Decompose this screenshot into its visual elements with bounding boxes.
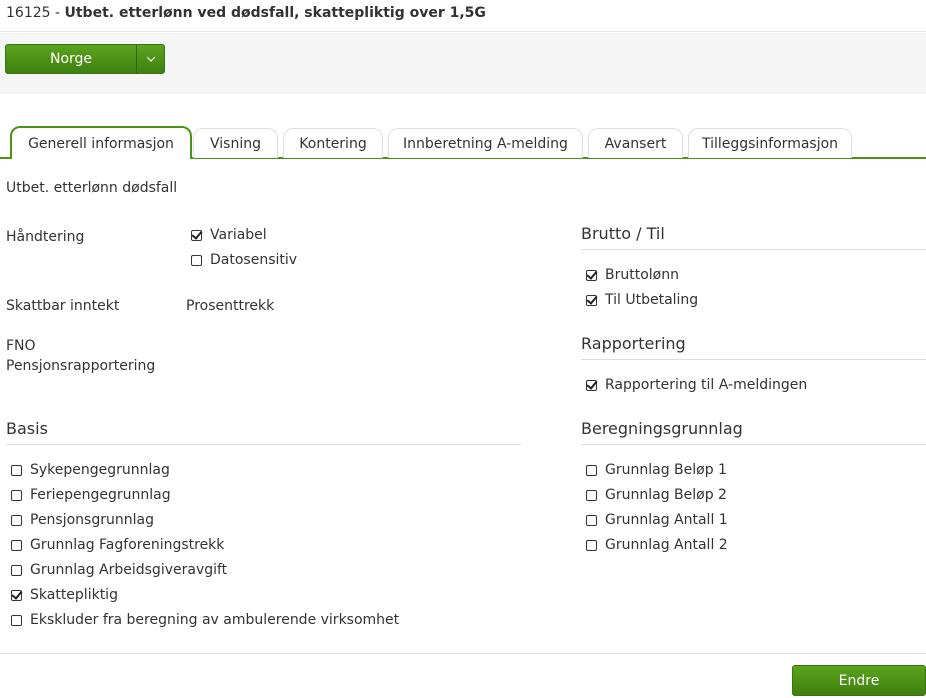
country-button[interactable]: Norge	[6, 45, 136, 73]
pension-reporting-label: Pensjonsrapportering	[6, 358, 156, 374]
checkbox-label: Grunnlag Beløp 2	[605, 487, 727, 503]
checkbox-basis-7[interactable]: Ekskluder fra beregning av ambulerende v…	[11, 612, 399, 628]
fno-label: FNO	[6, 338, 36, 354]
checkbox-calc-basis-2[interactable]: Grunnlag Beløp 2	[586, 487, 727, 503]
checkbox-reporting-1[interactable]: Rapportering til A-meldingen	[586, 377, 807, 393]
page-title: 16125 - Utbet. etterlønn ved dødsfall, s…	[0, 0, 926, 32]
checkbox-label: Bruttolønn	[605, 267, 679, 283]
tab-innberetning-a-melding[interactable]: Innberetning A-melding	[388, 128, 583, 158]
taxable-income-value: Prosenttrekk	[186, 298, 275, 314]
checkbox-icon[interactable]	[586, 514, 597, 526]
checkbox-basis-2[interactable]: Feriepengegrunnlag	[11, 487, 171, 503]
checkbox-basis-5[interactable]: Grunnlag Arbeidsgiveravgift	[11, 562, 227, 578]
checkbox-icon[interactable]	[586, 539, 597, 551]
basis-heading: Basis	[6, 419, 521, 445]
checkbox-icon[interactable]	[11, 464, 22, 476]
tab-tilleggsinformasjon[interactable]: Tilleggsinformasjon	[688, 128, 852, 158]
checkbox-label: Variabel	[210, 227, 267, 243]
checkbox-label: Rapportering til A-meldingen	[605, 377, 808, 393]
checkbox-label: Pensjonsgrunnlag	[30, 512, 154, 528]
checkbox-calc-basis-3[interactable]: Grunnlag Antall 1	[586, 512, 728, 528]
checkbox-gross-1[interactable]: Bruttolønn	[586, 267, 679, 283]
checkbox-label: Grunnlag Arbeidsgiveravgift	[30, 562, 228, 578]
checkbox-basis-6[interactable]: Skattepliktig	[11, 587, 118, 603]
article-title: Utbet. etterlønn ved dødsfall, skattepli…	[64, 5, 486, 21]
checkbox-label: Grunnlag Beløp 1	[605, 462, 727, 478]
checkbox-icon[interactable]	[191, 254, 202, 266]
country-dropdown-button[interactable]	[137, 45, 164, 73]
checkbox-label: Grunnlag Fagforeningstrekk	[30, 537, 225, 553]
description-text: Utbet. etterlønn dødsfall	[6, 180, 178, 196]
checkbox-icon[interactable]	[191, 229, 202, 241]
checkbox-basis-4[interactable]: Grunnlag Fagforeningstrekk	[11, 537, 224, 553]
checkbox-label: Sykepengegrunnlag	[30, 462, 170, 478]
checkbox-gross-2[interactable]: Til Utbetaling	[586, 292, 698, 308]
checkbox-icon[interactable]	[11, 589, 22, 601]
taxable-income-label: Skattbar inntekt	[6, 298, 120, 314]
tab-visning[interactable]: Visning	[193, 128, 278, 158]
tab-avansert[interactable]: Avansert	[588, 128, 683, 158]
checkbox-basis-3[interactable]: Pensjonsgrunnlag	[11, 512, 154, 528]
checkbox-label: Datosensitiv	[210, 252, 298, 268]
toolbar: Norge	[0, 33, 926, 94]
checkbox-icon[interactable]	[11, 564, 22, 576]
tab-kontering[interactable]: Kontering	[283, 128, 383, 158]
checkbox-icon[interactable]	[586, 464, 597, 476]
checkbox-icon[interactable]	[586, 294, 597, 306]
checkbox-icon[interactable]	[11, 614, 22, 626]
checkbox-icon[interactable]	[586, 269, 597, 281]
checkbox-icon[interactable]	[586, 489, 597, 501]
checkbox-icon[interactable]	[11, 539, 22, 551]
gross-heading: Brutto / Til	[581, 224, 926, 250]
reporting-heading: Rapportering	[581, 334, 926, 360]
checkbox-icon[interactable]	[11, 489, 22, 501]
checkbox-label: Skattepliktig	[30, 587, 118, 603]
article-code: 16125	[6, 5, 51, 21]
checkbox-datosensitiv[interactable]: Datosensitiv	[191, 252, 297, 268]
tab-generell-informasjon[interactable]: Generell informasjon	[10, 126, 192, 161]
checkbox-calc-basis-1[interactable]: Grunnlag Beløp 1	[586, 462, 727, 478]
checkbox-icon[interactable]	[586, 379, 597, 391]
checkbox-icon[interactable]	[11, 514, 22, 526]
country-split-button: Norge	[5, 44, 165, 74]
checkbox-label: Feriepengegrunnlag	[30, 487, 171, 503]
checkbox-label: Ekskluder fra beregning av ambulerende v…	[30, 612, 400, 628]
checkbox-basis-1[interactable]: Sykepengegrunnlag	[11, 462, 170, 478]
chevron-down-icon	[146, 56, 155, 62]
checkbox-label: Grunnlag Antall 1	[605, 512, 728, 528]
handling-label: Håndtering	[6, 229, 85, 245]
edit-button[interactable]: Endre	[792, 665, 926, 696]
title-separator: -	[50, 5, 65, 21]
checkbox-label: Grunnlag Antall 2	[605, 537, 728, 553]
checkbox-label: Til Utbetaling	[605, 292, 699, 308]
calc-basis-heading: Beregningsgrunnlag	[581, 419, 926, 445]
checkbox-variabel[interactable]: Variabel	[191, 227, 267, 243]
footer-divider	[0, 653, 926, 654]
checkbox-calc-basis-4[interactable]: Grunnlag Antall 2	[586, 537, 728, 553]
